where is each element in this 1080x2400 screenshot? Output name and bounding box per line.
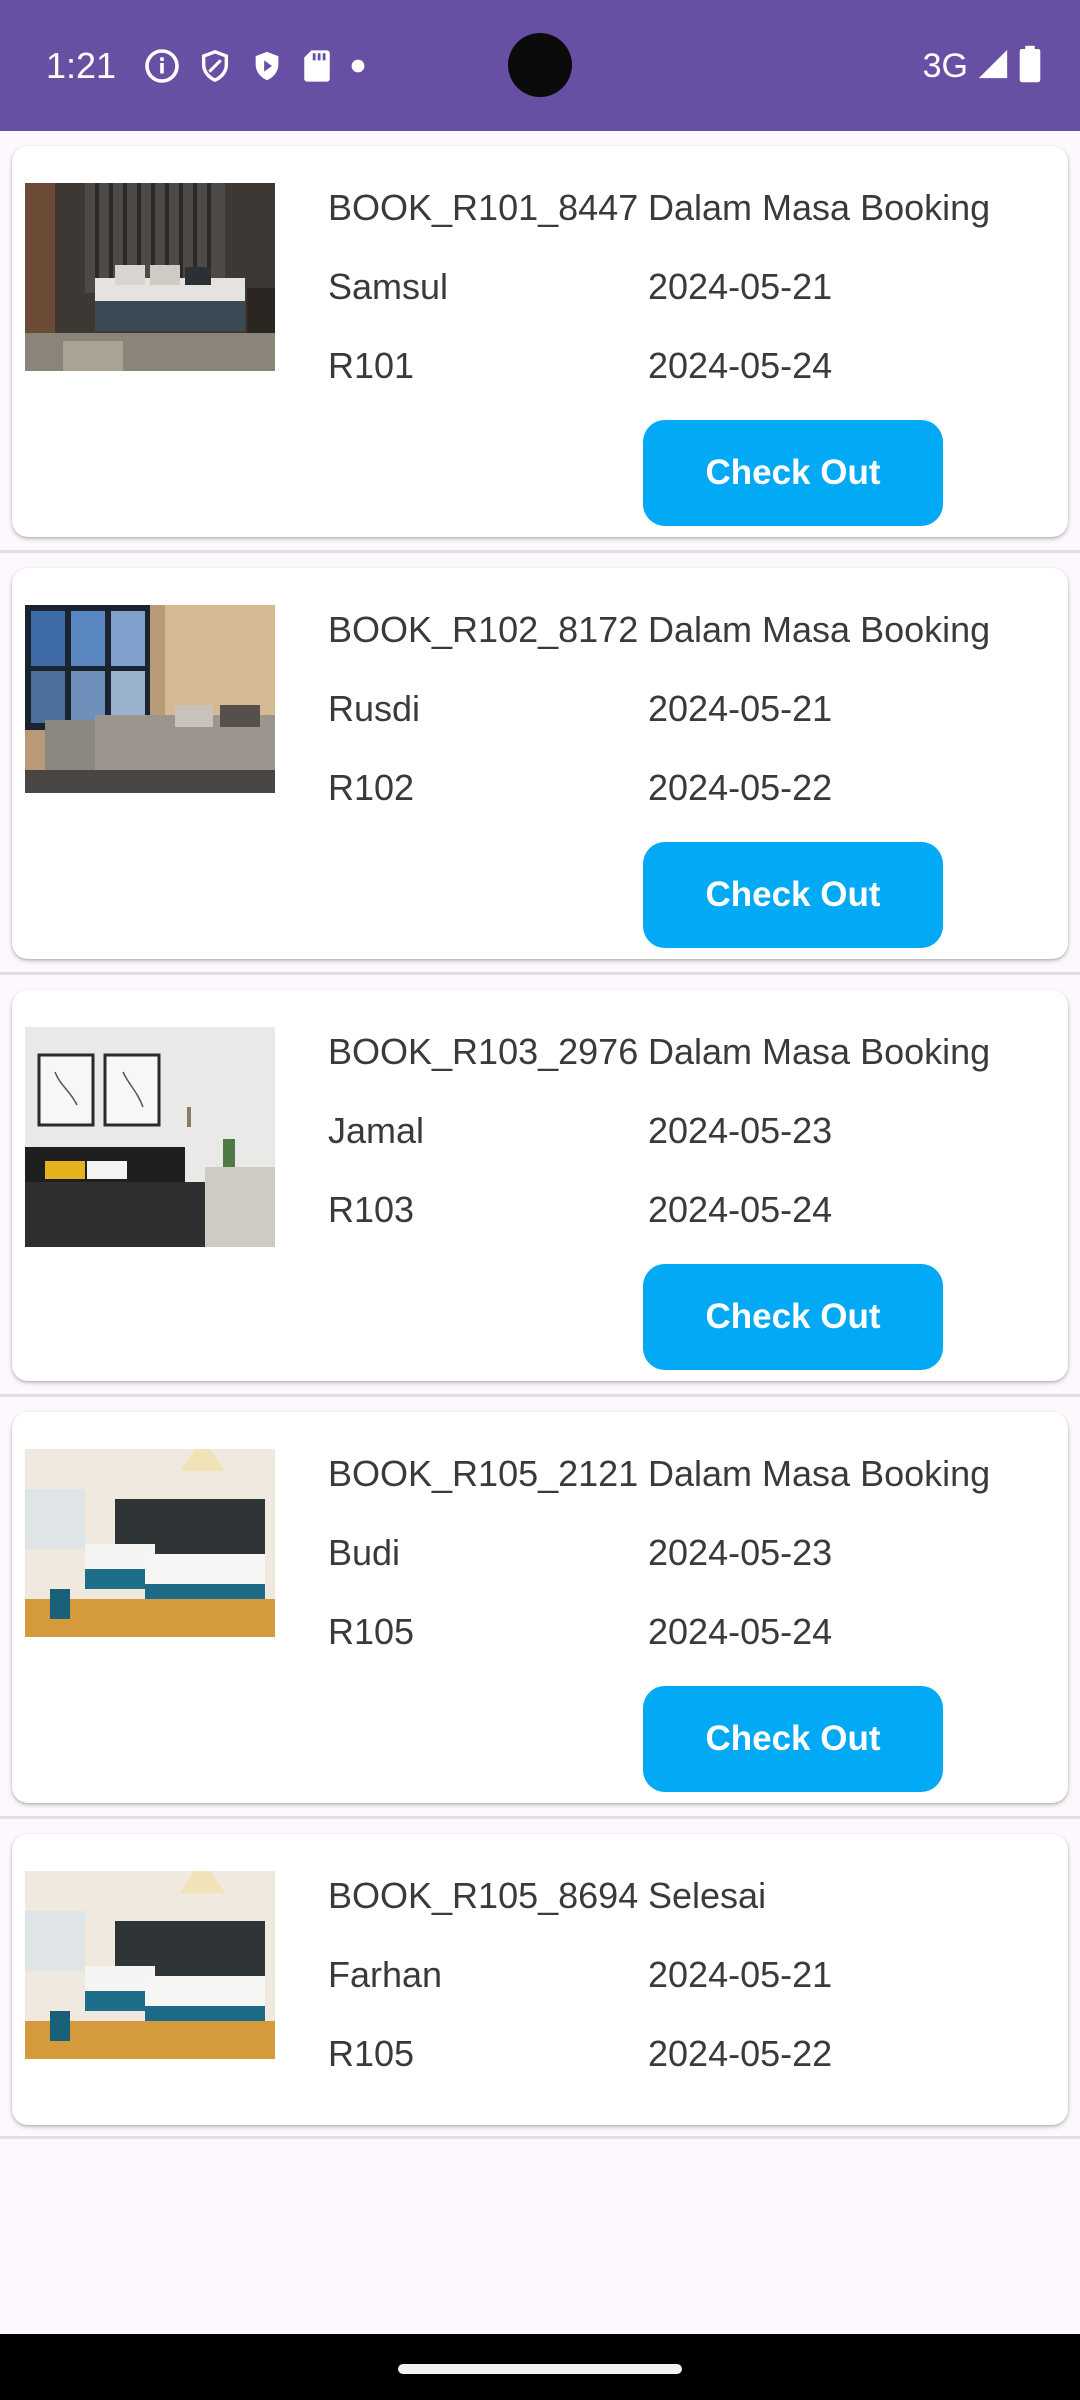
info-icon [144, 48, 180, 84]
booking-list[interactable]: BOOK_R101_8447 Dalam Masa Booking Samsul… [0, 131, 1080, 2139]
booking-row: BOOK_R101_8447 Dalam Masa Booking Samsul… [0, 131, 1080, 553]
room-photo [25, 1871, 275, 2059]
shield-icon [198, 48, 232, 84]
room-number: R103 [328, 1189, 415, 1230]
booking-status: Selesai [648, 1875, 767, 1916]
sd-card-icon [302, 49, 332, 83]
check-in-date: 2024-05-23 [648, 1110, 833, 1151]
booking-row: BOOK_R103_2976 Dalam Masa Booking Jamal … [0, 975, 1080, 1397]
status-bar: 1:21 3G [0, 0, 1080, 131]
room-number: R105 [328, 2033, 415, 2074]
guest-name: Jamal [328, 1110, 425, 1151]
signal-icon [976, 47, 1010, 86]
booking-card[interactable]: BOOK_R105_8694 Selesai Farhan 2024-05-21… [12, 1834, 1068, 2125]
booking-card[interactable]: BOOK_R103_2976 Dalam Masa Booking Jamal … [12, 990, 1068, 1381]
check-in-date: 2024-05-21 [648, 688, 833, 729]
check-in-date: 2024-05-23 [648, 1532, 833, 1573]
check-out-button[interactable]: Check Out [643, 1686, 943, 1792]
check-out-date: 2024-05-22 [648, 2033, 833, 2074]
status-notification-icons [144, 48, 366, 84]
booking-row: BOOK_R102_8172 Dalam Masa Booking Rusdi … [0, 553, 1080, 975]
room-photo [25, 1027, 275, 1247]
room-number: R105 [328, 1611, 415, 1652]
check-in-date: 2024-05-21 [648, 1954, 833, 1995]
check-out-date: 2024-05-24 [648, 345, 833, 386]
battery-icon [1018, 45, 1042, 88]
booking-card[interactable]: BOOK_R102_8172 Dalam Masa Booking Rusdi … [12, 568, 1068, 959]
booking-status: Dalam Masa Booking [648, 1031, 991, 1072]
check-out-date: 2024-05-22 [648, 767, 833, 808]
booking-id: BOOK_R101_8447 [328, 187, 639, 228]
play-shield-icon [250, 48, 284, 84]
guest-name: Budi [328, 1532, 401, 1573]
room-number: R101 [328, 345, 415, 386]
check-in-date: 2024-05-21 [648, 266, 833, 307]
booking-status: Dalam Masa Booking [648, 1453, 991, 1494]
guest-name: Farhan [328, 1954, 443, 1995]
booking-status: Dalam Masa Booking [648, 609, 991, 650]
booking-id: BOOK_R105_8694 [328, 1875, 639, 1916]
room-number: R102 [328, 767, 415, 808]
room-photo [25, 605, 275, 793]
booking-row: BOOK_R105_8694 Selesai Farhan 2024-05-21… [0, 1819, 1080, 2139]
dot-icon [350, 58, 366, 74]
check-out-date: 2024-05-24 [648, 1611, 833, 1652]
check-out-button[interactable]: Check Out [643, 842, 943, 948]
booking-id: BOOK_R103_2976 [328, 1031, 639, 1072]
check-out-date: 2024-05-24 [648, 1189, 833, 1230]
check-out-button[interactable]: Check Out [643, 1264, 943, 1370]
check-out-button[interactable]: Check Out [643, 420, 943, 526]
navigation-bar [0, 2334, 1080, 2400]
booking-id: BOOK_R105_2121 [328, 1453, 639, 1494]
booking-id: BOOK_R102_8172 [328, 609, 639, 650]
booking-status: Dalam Masa Booking [648, 187, 991, 228]
guest-name: Rusdi [328, 688, 421, 729]
home-gesture-handle[interactable] [398, 2364, 682, 2374]
status-time: 1:21 [46, 45, 117, 86]
booking-card[interactable]: BOOK_R101_8447 Dalam Masa Booking Samsul… [12, 146, 1068, 537]
room-photo [25, 1449, 275, 1637]
booking-row: BOOK_R105_2121 Dalam Masa Booking Budi 2… [0, 1397, 1080, 1819]
room-photo [25, 183, 275, 371]
network-type-label: 3G [922, 47, 968, 85]
camera-cutout [508, 33, 572, 97]
booking-card[interactable]: BOOK_R105_2121 Dalam Masa Booking Budi 2… [12, 1412, 1068, 1803]
status-system-icons: 3G [923, 44, 1042, 88]
guest-name: Samsul [328, 266, 449, 307]
